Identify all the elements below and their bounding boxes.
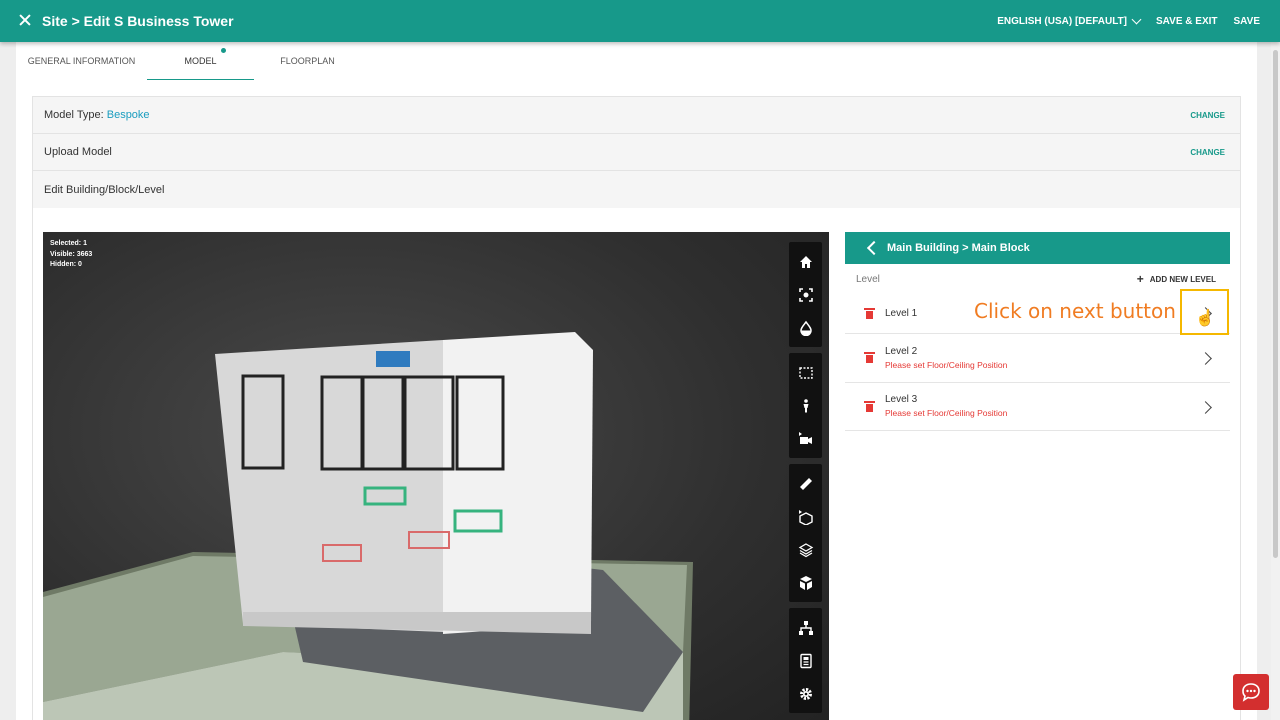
change-upload-model-button[interactable]: CHANGE: [1190, 148, 1225, 157]
tab-bar: GENERAL INFORMATION MODEL FLOORPLAN: [16, 42, 1257, 82]
level-panel-header: Main Building > Main Block: [845, 232, 1230, 264]
language-select[interactable]: ENGLISH (USA) [DEFAULT]: [997, 14, 1142, 27]
tab-model[interactable]: MODEL: [147, 42, 254, 80]
box-select-button[interactable]: [789, 356, 822, 389]
chevron-down-icon: [1131, 14, 1142, 24]
edit-building-label: Edit Building/Block/Level: [44, 183, 165, 196]
selection-box-icon: [798, 366, 813, 379]
plus-icon: +: [1136, 272, 1144, 286]
level-name: Level 3: [885, 394, 918, 406]
model-tree-button[interactable]: [789, 611, 822, 644]
model-type-label: Model Type:: [44, 109, 104, 121]
chevron-right-icon[interactable]: [1199, 352, 1212, 365]
first-person-button[interactable]: [789, 389, 822, 422]
tab-floorplan[interactable]: FLOORPLAN: [254, 42, 361, 80]
viewer-toolbar-group-model: [789, 464, 822, 602]
page-content: GENERAL INFORMATION MODEL FLOORPLAN Mode…: [16, 42, 1257, 720]
upload-model-section: Upload Model CHANGE: [32, 133, 1241, 171]
hierarchy-icon: [798, 620, 813, 635]
top-app-bar: Site > Edit S Business Tower ENGLISH (US…: [0, 0, 1280, 42]
level-name: Level 2: [885, 345, 918, 357]
xray-button[interactable]: [789, 311, 822, 344]
focus-icon: [798, 287, 813, 302]
level-warning: Please set Floor/Ceiling Position: [885, 408, 1008, 419]
cube-icon: [799, 575, 812, 590]
explode-button[interactable]: [789, 566, 822, 599]
viewer-toolbar-group-settings: [789, 608, 822, 713]
page-title: Site > Edit S Business Tower: [42, 13, 234, 29]
layers-icon: [798, 542, 813, 557]
person-icon: [803, 398, 808, 412]
camera-button[interactable]: [789, 422, 822, 455]
level-warning: Please set Floor/Ceiling Position: [885, 359, 1008, 370]
model-type-section: Model Type: Bespoke CHANGE: [32, 96, 1241, 134]
level-header: Level + ADD NEW LEVEL: [845, 264, 1230, 294]
home-button[interactable]: [789, 245, 822, 278]
save-exit-button[interactable]: SAVE & EXIT: [1156, 16, 1218, 27]
change-model-type-button[interactable]: CHANGE: [1190, 111, 1225, 120]
building-model-render: [43, 332, 693, 720]
settings-button[interactable]: [789, 677, 822, 710]
block-breadcrumb: Main Building > Main Block: [887, 242, 1030, 254]
upload-model-label: Upload Model: [44, 146, 112, 158]
chevron-right-icon[interactable]: [1199, 400, 1212, 414]
chat-support-button[interactable]: [1233, 674, 1269, 710]
chat-bubble-icon: [1242, 683, 1260, 702]
tab-general-information[interactable]: GENERAL INFORMATION: [16, 42, 147, 80]
section-cube-icon: [798, 509, 813, 525]
level-label: Level: [856, 273, 880, 285]
save-button[interactable]: SAVE: [1234, 16, 1261, 27]
viewer-toolbar: [789, 242, 822, 713]
fit-view-button[interactable]: [789, 278, 822, 311]
measure-button[interactable]: [789, 467, 822, 500]
tab-model-label: MODEL: [184, 55, 217, 66]
section-button[interactable]: [789, 500, 822, 533]
trash-icon[interactable]: [864, 352, 875, 364]
gear-icon: [799, 687, 812, 700]
edit-building-section: Edit Building/Block/Level: [32, 170, 1241, 209]
page-scrollbar[interactable]: [1271, 42, 1280, 720]
level-name: Level 1: [885, 308, 918, 319]
level-row[interactable]: Level 3 Please set Floor/Ceiling Position: [845, 383, 1230, 431]
trash-icon[interactable]: [864, 308, 875, 319]
properties-button[interactable]: [789, 644, 822, 677]
trash-icon[interactable]: [864, 400, 875, 412]
video-camera-icon: [798, 431, 812, 444]
3d-model-viewer[interactable]: Selected: 1 Visible: 3663 Hidden: 0: [43, 232, 829, 720]
back-chevron-icon[interactable]: [857, 232, 887, 264]
tab-indicator-dot: [221, 48, 226, 53]
close-icon[interactable]: [16, 12, 34, 30]
drop-icon: [799, 320, 812, 336]
viewer-toolbar-group-tools: [789, 353, 822, 458]
home-icon: [799, 255, 812, 268]
layers-button[interactable]: [789, 533, 822, 566]
language-label: ENGLISH (USA) [DEFAULT]: [997, 15, 1127, 27]
pointer-hand-icon: ☝: [1195, 310, 1215, 327]
viewer-toolbar-group-navigation: [789, 242, 822, 347]
properties-icon: [799, 653, 812, 668]
model-type-value: Bespoke: [106, 109, 150, 121]
tutorial-annotation: Click on next button: [974, 299, 1176, 323]
scrollbar-thumb[interactable]: [1273, 50, 1278, 558]
ruler-icon: [799, 477, 812, 490]
add-new-level-button[interactable]: + ADD NEW LEVEL: [1137, 272, 1216, 286]
level-row[interactable]: Level 2 Please set Floor/Ceiling Position: [845, 334, 1230, 383]
add-new-level-label: ADD NEW LEVEL: [1149, 274, 1216, 284]
